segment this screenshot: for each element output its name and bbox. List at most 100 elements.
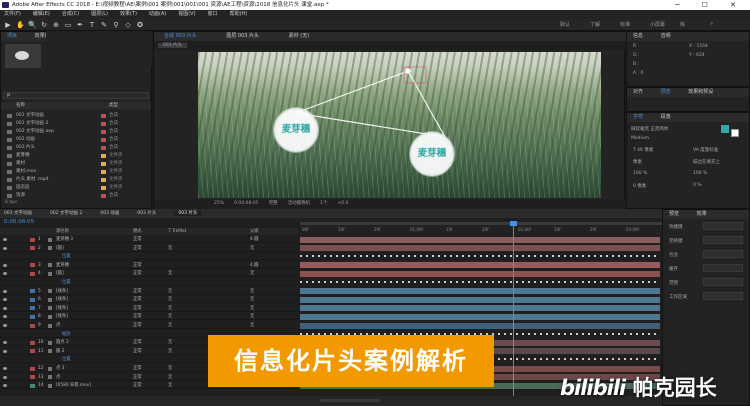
menu-item[interactable]: 帮助(H) xyxy=(230,11,248,17)
layer-parent[interactable]: 无 xyxy=(250,296,254,303)
viewer-control[interactable]: 活动摄像机 xyxy=(288,201,311,206)
project-item[interactable]: 麦芽穗 文件夹 xyxy=(1,152,151,159)
visibility-eye-icon[interactable] xyxy=(3,349,7,353)
preview-option-control[interactable] xyxy=(703,236,743,244)
layer-duration-bar[interactable] xyxy=(300,296,660,303)
menu-item[interactable]: 动画(A) xyxy=(149,11,166,17)
layer-name[interactable]: [线条] xyxy=(56,288,68,295)
tab-audio[interactable]: 音频 xyxy=(661,33,671,39)
playhead[interactable] xyxy=(510,221,517,396)
layer-label-color[interactable] xyxy=(30,306,35,311)
layer-duration-bar[interactable] xyxy=(300,305,660,312)
layer-mode[interactable]: 正常 xyxy=(133,236,142,243)
label-bubble-1[interactable]: 麦芽穗 xyxy=(274,108,318,152)
tab-align[interactable]: 对齐 xyxy=(633,89,643,95)
layer-label-color[interactable] xyxy=(30,237,35,242)
project-item[interactable]: 固态层 文件夹 xyxy=(1,184,151,191)
layer-label-color[interactable] xyxy=(30,349,35,354)
visibility-eye-icon[interactable] xyxy=(3,298,7,302)
layer-trkmat[interactable]: 无 xyxy=(168,270,172,277)
tab-effects-presets[interactable]: 效果和预设 xyxy=(688,89,713,95)
preview-option-control[interactable] xyxy=(703,250,743,258)
tool-icon[interactable]: 🔍 xyxy=(28,21,37,29)
layer-row[interactable]: 2 [圆] 正常 无 无 xyxy=(0,245,298,252)
layer-parent[interactable]: 无 xyxy=(250,322,254,329)
bit-depth[interactable]: 8 bpc xyxy=(5,200,17,205)
layer-parent[interactable]: 无 xyxy=(250,313,254,320)
layer-name[interactable]: 麦芽穗 3 xyxy=(56,236,73,243)
character-property[interactable]: 0 % xyxy=(693,183,702,188)
property-name[interactable]: 位置 xyxy=(62,279,71,286)
tab-preview[interactable]: 预览 xyxy=(661,89,671,95)
project-item[interactable]: 资源 合成 xyxy=(1,192,151,199)
layer-trkmat[interactable]: 无 xyxy=(168,348,172,355)
layer-row[interactable]: 3 麦芽穗 正常 4.圆 xyxy=(0,262,298,269)
preview-option-control[interactable] xyxy=(703,264,743,272)
tab-composition[interactable]: 合成 003 片头 xyxy=(164,33,197,39)
menu-item[interactable]: 窗口 xyxy=(208,11,218,17)
column-trkmat[interactable]: T TrkMat xyxy=(168,228,186,235)
property-name[interactable]: 位置 xyxy=(62,356,71,363)
viewer-control[interactable]: 完整 xyxy=(269,201,278,206)
preview-option-control[interactable] xyxy=(703,278,743,286)
tool-icon[interactable]: ↻ xyxy=(40,21,48,29)
tab-preview-panel[interactable]: 预览 xyxy=(669,211,679,217)
workspace-tab[interactable]: 默认 xyxy=(560,21,570,28)
tool-icon[interactable]: ▭ xyxy=(64,21,72,29)
tool-icon[interactable]: ⊕ xyxy=(52,21,60,29)
column-source-name[interactable]: 源名称 xyxy=(56,228,69,235)
visibility-eye-icon[interactable] xyxy=(3,375,7,379)
layer-name[interactable]: 点 xyxy=(56,374,60,381)
visibility-eye-icon[interactable] xyxy=(3,341,7,345)
layer-row[interactable]: 6 [线条] 正常 无 无 xyxy=(0,296,298,304)
layer-duration-bar[interactable] xyxy=(300,288,660,295)
layer-label-color[interactable] xyxy=(30,263,35,268)
layer-label-color[interactable] xyxy=(30,314,35,319)
layer-mode[interactable]: 正常 xyxy=(133,245,142,252)
tab-paragraph[interactable]: 段落 xyxy=(661,114,671,120)
tab-effects[interactable]: 效果 xyxy=(697,211,707,217)
visibility-eye-icon[interactable] xyxy=(3,315,7,319)
layer-name[interactable]: 点 xyxy=(56,322,60,329)
layer-mode[interactable]: 正常 xyxy=(133,374,142,381)
timeline-tab[interactable]: 003 文字动画 xyxy=(4,211,32,216)
tool-icon[interactable]: ▶ xyxy=(4,21,12,29)
layer-label-color[interactable] xyxy=(30,375,35,380)
layer-trkmat[interactable]: 无 xyxy=(168,365,172,372)
layer-parent[interactable]: 无 xyxy=(250,245,254,252)
layer-mode[interactable]: 正常 xyxy=(133,382,142,389)
layer-trkmat[interactable]: 无 xyxy=(168,339,172,346)
layer-trkmat[interactable]: 无 xyxy=(168,296,172,303)
layer-label-color[interactable] xyxy=(30,366,35,371)
layer-parent[interactable]: 无 xyxy=(250,270,254,277)
layer-label-color[interactable] xyxy=(30,323,35,328)
tool-icon[interactable]: ⚲ xyxy=(112,21,120,29)
layer-mode[interactable]: 正常 xyxy=(133,288,142,295)
project-item[interactable]: 001 文字动画 2 合成 xyxy=(1,120,151,127)
preview-option-control[interactable] xyxy=(703,292,743,300)
workspace-tab[interactable]: 了解 xyxy=(590,21,600,28)
layer-name[interactable]: 麦芽穗 xyxy=(56,262,69,269)
layer-duration-bar[interactable] xyxy=(300,322,660,329)
layer-name[interactable]: [线条] xyxy=(56,296,68,303)
layer-property[interactable]: 位置 xyxy=(0,279,298,286)
layer-parent[interactable]: 无 xyxy=(250,305,254,312)
layer-name[interactable]: [线条] xyxy=(56,313,68,320)
visibility-eye-icon[interactable] xyxy=(3,238,7,241)
tab-footage[interactable]: 素材 (无) xyxy=(289,33,310,39)
layer-mode[interactable]: 正常 xyxy=(133,339,142,346)
tool-icon[interactable]: ✎ xyxy=(100,21,108,29)
character-property[interactable]: VA 度量标准 xyxy=(693,147,718,153)
tool-icon[interactable]: ✋ xyxy=(16,21,25,29)
timeline-tab[interactable]: 003 片头 xyxy=(174,211,202,216)
tool-icon[interactable]: ✪ xyxy=(136,21,144,29)
layer-name[interactable]: 圆点 2 xyxy=(56,339,69,346)
layer-label-color[interactable] xyxy=(30,297,35,302)
project-item[interactable]: 素材 文件夹 xyxy=(1,160,151,167)
stroke-color-swatch[interactable] xyxy=(731,129,739,137)
tab-layer[interactable]: 图层 003 片头 xyxy=(226,33,259,39)
layer-parent[interactable]: 无 xyxy=(250,288,254,295)
menu-item[interactable]: 文件(F) xyxy=(4,11,21,17)
visibility-eye-icon[interactable] xyxy=(3,324,7,327)
label-bubble-2[interactable]: 麦芽穗 xyxy=(410,132,454,176)
